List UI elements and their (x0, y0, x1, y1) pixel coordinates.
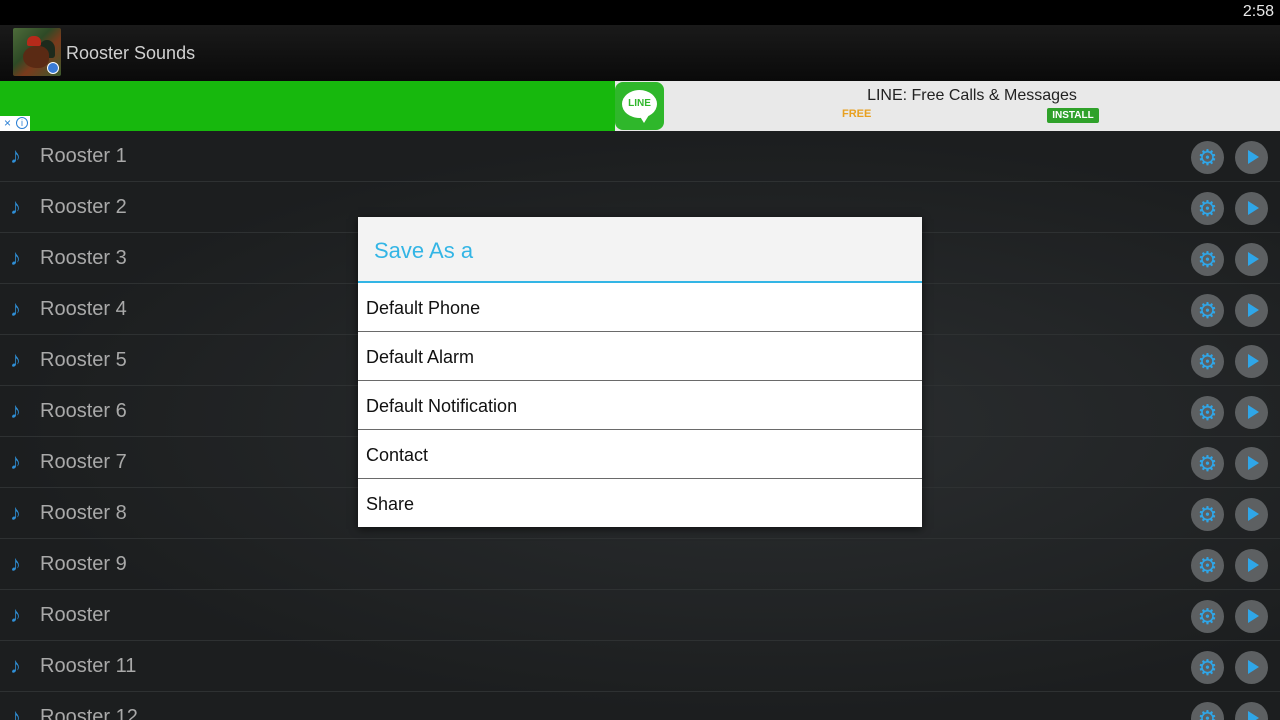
list-item-label: Rooster 3 (40, 247, 127, 269)
ad-price: FREE (842, 108, 872, 120)
ad-title[interactable]: LINE: Free Calls & Messages (664, 87, 1280, 105)
music-note-icon: ♪ (10, 194, 21, 219)
play-icon[interactable] (1235, 345, 1268, 378)
settings-gear-icon[interactable]: ⚙ (1191, 498, 1224, 531)
list-item[interactable]: ♪ Rooster 9 ⚙ (0, 539, 1280, 590)
option-contact[interactable]: Contact (358, 430, 922, 479)
dialog-header: Save As a (358, 217, 922, 283)
music-note-icon: ♪ (10, 143, 21, 168)
music-note-icon: ♪ (10, 653, 21, 678)
ad-info-icon[interactable]: i (16, 117, 28, 129)
settings-gear-icon[interactable]: ⚙ (1191, 294, 1224, 327)
ad-close-icon[interactable]: × (0, 116, 15, 131)
settings-gear-icon[interactable]: ⚙ (1191, 549, 1224, 582)
settings-gear-icon[interactable]: ⚙ (1191, 243, 1224, 276)
list-item-label: Rooster (40, 604, 111, 626)
music-note-icon: ♪ (10, 398, 21, 423)
play-icon[interactable] (1235, 600, 1268, 633)
option-label: Contact (366, 445, 429, 465)
music-note-icon: ♪ (10, 449, 21, 474)
play-icon[interactable] (1235, 498, 1268, 531)
list-item-label: Rooster 7 (40, 451, 127, 473)
play-icon[interactable] (1235, 294, 1268, 327)
play-icon[interactable] (1235, 651, 1268, 684)
music-note-icon: ♪ (10, 296, 21, 321)
settings-gear-icon[interactable]: ⚙ (1191, 396, 1224, 429)
save-as-dialog: Save As a Default Phone Default Alarm De… (358, 217, 922, 527)
play-icon[interactable] (1235, 702, 1268, 720)
ad-banner[interactable]: × i LINE LINE: Free Calls & Messages FRE… (0, 81, 1280, 131)
play-icon[interactable] (1235, 396, 1268, 429)
dialog-title: Save As a (374, 238, 474, 263)
ad-install-button[interactable]: INSTALL (1047, 108, 1099, 123)
option-label: Default Phone (366, 298, 481, 318)
list-item-label: Rooster 2 (40, 196, 127, 218)
list-item[interactable]: ♪ Rooster ⚙ (0, 590, 1280, 641)
line-logo-icon[interactable]: LINE (615, 82, 664, 130)
option-label: Share (366, 494, 415, 514)
option-default-phone[interactable]: Default Phone (358, 283, 922, 332)
settings-gear-icon[interactable]: ⚙ (1191, 141, 1224, 174)
music-note-icon: ♪ (10, 245, 21, 270)
settings-gear-icon[interactable]: ⚙ (1191, 600, 1224, 633)
play-icon[interactable] (1235, 141, 1268, 174)
settings-gear-icon[interactable]: ⚙ (1191, 447, 1224, 480)
list-item-label: Rooster 6 (40, 400, 127, 422)
list-item-label: Rooster 4 (40, 298, 127, 320)
list-item-label: Rooster 11 (40, 655, 137, 677)
play-icon[interactable] (1235, 447, 1268, 480)
play-icon[interactable] (1235, 192, 1268, 225)
music-note-icon: ♪ (10, 704, 21, 720)
option-label: Default Alarm (366, 347, 475, 367)
ad-controls[interactable]: × i (0, 116, 30, 131)
ad-image[interactable] (0, 81, 615, 131)
list-item[interactable]: ♪ Rooster 11 ⚙ (0, 641, 1280, 692)
status-time: 2:58 (1242, 3, 1274, 20)
app-title: Rooster Sounds (66, 43, 196, 63)
list-item[interactable]: ♪ Rooster 1 ⚙ (0, 131, 1280, 182)
settings-gear-icon[interactable]: ⚙ (1191, 702, 1224, 720)
music-note-icon: ♪ (10, 602, 21, 627)
app-icon[interactable] (13, 28, 61, 76)
settings-gear-icon[interactable]: ⚙ (1191, 345, 1224, 378)
music-note-icon: ♪ (10, 500, 21, 525)
option-label: Default Notification (366, 396, 518, 416)
list-item[interactable]: ♪ Rooster 12 ⚙ (0, 692, 1280, 720)
settings-gear-icon[interactable]: ⚙ (1191, 192, 1224, 225)
play-icon[interactable] (1235, 243, 1268, 276)
line-logo-text: LINE (622, 90, 657, 118)
list-item-label: Rooster 1 (40, 145, 127, 167)
play-icon[interactable] (1235, 549, 1268, 582)
action-bar: Rooster Sounds (0, 25, 1280, 81)
option-default-notification[interactable]: Default Notification (358, 381, 922, 430)
music-note-icon: ♪ (10, 551, 21, 576)
music-note-icon: ♪ (10, 347, 21, 372)
list-item-label: Rooster 5 (40, 349, 127, 371)
list-item-label: Rooster 9 (40, 553, 127, 575)
settings-gear-icon[interactable]: ⚙ (1191, 651, 1224, 684)
status-bar: 2:58 (0, 0, 1280, 25)
option-share[interactable]: Share (358, 479, 922, 528)
list-item-label: Rooster 8 (40, 502, 127, 524)
list-item-label: Rooster 12 (40, 706, 138, 720)
option-default-alarm[interactable]: Default Alarm (358, 332, 922, 381)
